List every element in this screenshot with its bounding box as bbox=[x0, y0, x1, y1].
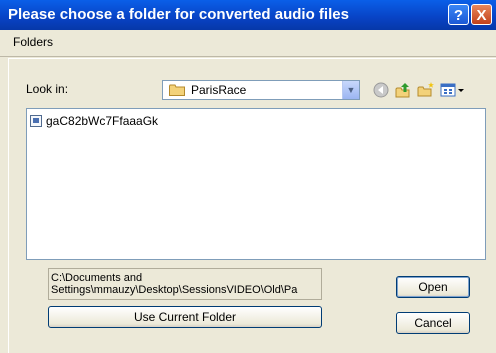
list-item[interactable]: gaC82bWc7FfaaaGk bbox=[30, 114, 158, 128]
open-button[interactable]: Open bbox=[396, 276, 470, 298]
folder-icon bbox=[169, 84, 185, 96]
up-folder-icon[interactable] bbox=[394, 81, 412, 99]
menu-folders[interactable]: Folders bbox=[13, 35, 53, 49]
look-in-value: ParisRace bbox=[191, 83, 247, 97]
path-line-2: Settings\mmauzy\Desktop\SessionsVIDEO\Ol… bbox=[51, 284, 298, 296]
window-title: Please choose a folder for converted aud… bbox=[8, 6, 349, 23]
path-line-1: C:\Documents and bbox=[51, 272, 143, 284]
view-menu-icon[interactable] bbox=[440, 81, 466, 99]
look-in-label: Look in: bbox=[26, 82, 69, 96]
current-path-display: C:\Documents and Settings\mmauzy\Desktop… bbox=[48, 268, 322, 300]
cancel-button[interactable]: Cancel bbox=[396, 312, 470, 334]
close-button[interactable]: X bbox=[471, 4, 492, 25]
file-name: gaC82bWc7FfaaaGk bbox=[46, 114, 159, 128]
look-in-dropdown[interactable]: ParisRace ▼ bbox=[162, 80, 360, 100]
new-folder-icon[interactable] bbox=[417, 81, 435, 99]
file-list[interactable]: gaC82bWc7FfaaaGk bbox=[26, 108, 486, 260]
title-bar: Please choose a folder for converted aud… bbox=[0, 0, 496, 30]
menu-bar: Folders bbox=[0, 30, 496, 57]
back-icon[interactable] bbox=[372, 81, 390, 99]
file-icon bbox=[30, 115, 42, 127]
chevron-down-icon[interactable]: ▼ bbox=[342, 81, 359, 99]
help-button[interactable]: ? bbox=[448, 4, 469, 25]
use-current-folder-button[interactable]: Use Current Folder bbox=[48, 306, 322, 328]
